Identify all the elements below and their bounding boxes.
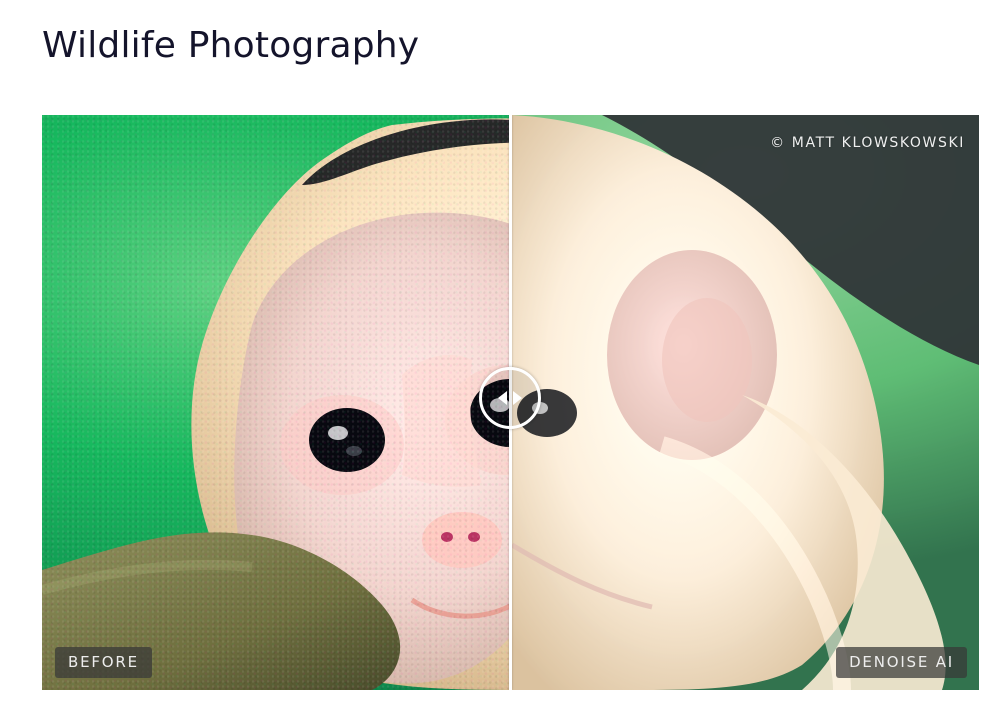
before-label: BEFORE [55, 647, 152, 678]
left-arrow-icon [498, 391, 507, 405]
page-title: Wildlife Photography [42, 25, 420, 66]
slider-handle[interactable] [479, 367, 541, 429]
before-after-comparison[interactable]: © MATT KLOWSKOWSKI BEFORE DENOISE AI [42, 115, 979, 690]
right-arrow-icon [513, 391, 522, 405]
after-label: DENOISE AI [836, 647, 967, 678]
double-arrow-icon [495, 389, 525, 407]
photo-credit: © MATT KLOWSKOWSKI [770, 135, 965, 151]
